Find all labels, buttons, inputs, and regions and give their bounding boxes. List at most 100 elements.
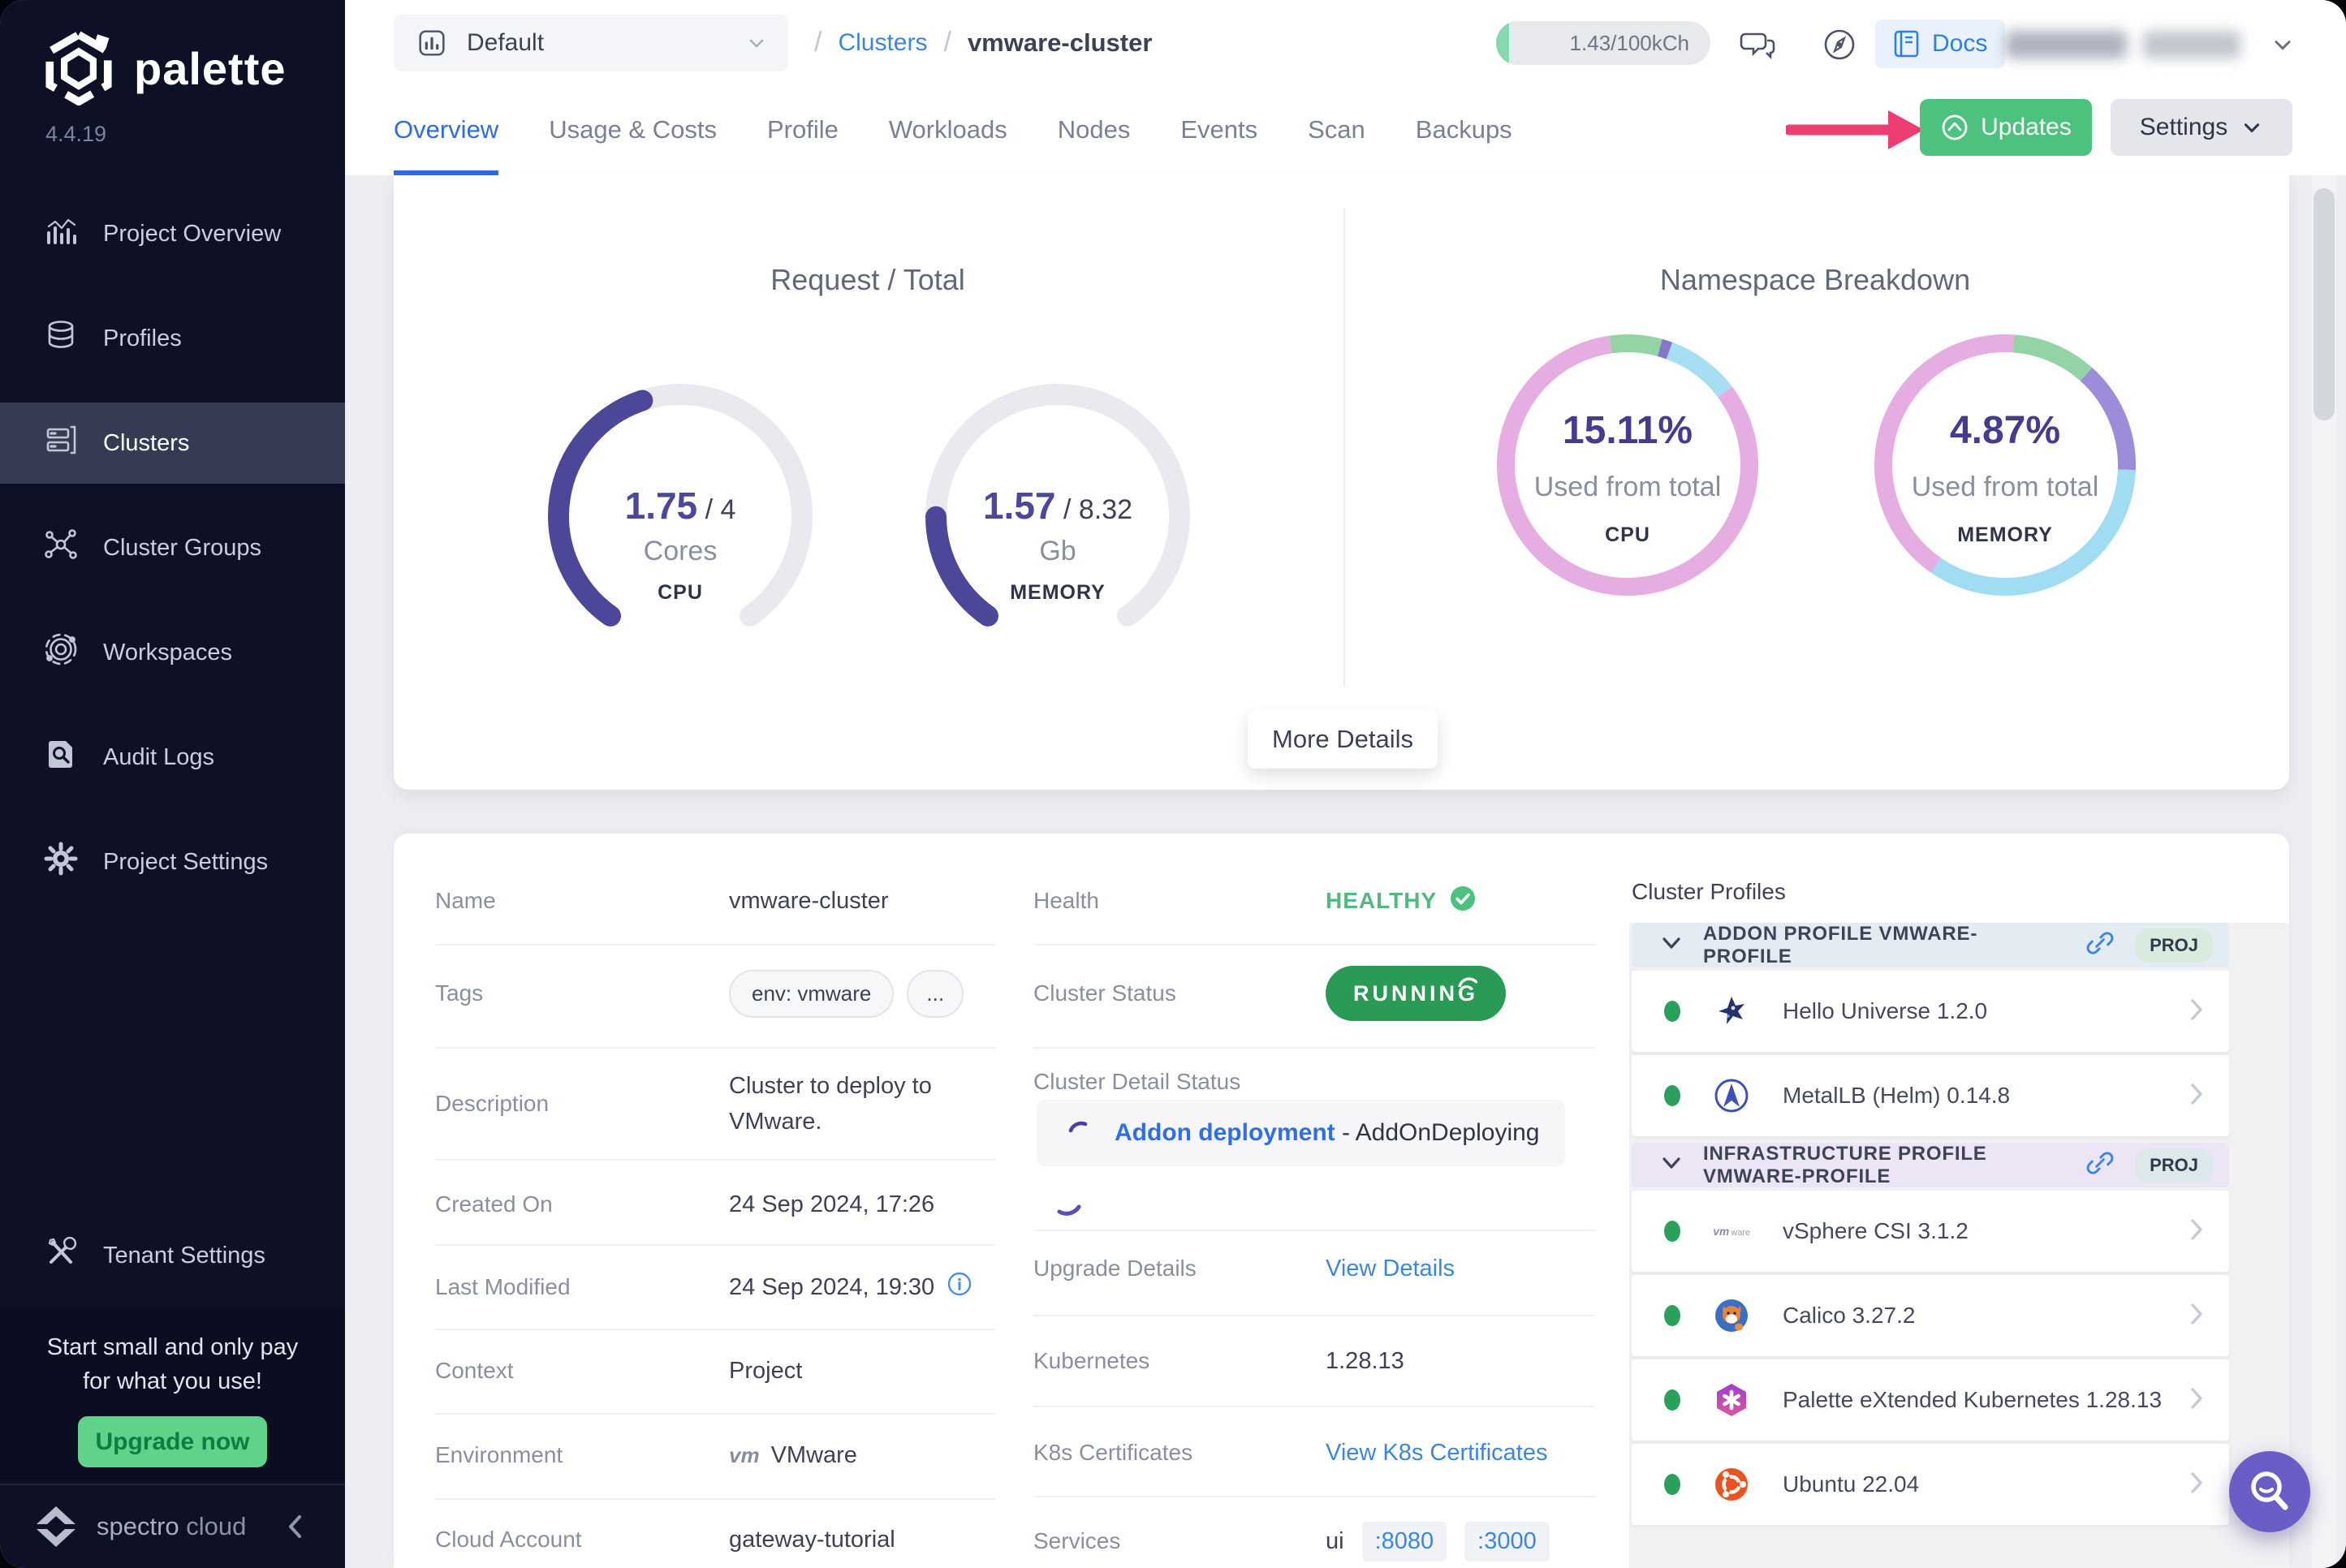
user-name-redacted xyxy=(2005,31,2127,58)
created-on-label: Created On xyxy=(435,1191,553,1217)
breadcrumb-clusters-link[interactable]: Clusters xyxy=(838,29,927,57)
service-port-link[interactable]: :8080 xyxy=(1361,1521,1447,1562)
sidebar-item-project-settings[interactable]: Project Settings xyxy=(0,821,345,902)
last-modified-label: Last Modified xyxy=(435,1274,571,1299)
context-label: Context xyxy=(435,1358,514,1383)
metallb-icon xyxy=(1703,1078,1760,1114)
tab-nodes[interactable]: Nodes xyxy=(1058,85,1131,175)
profile-layer-row[interactable]: Ubuntu 22.04 xyxy=(1632,1444,2229,1525)
detail-row-description: Description Cluster to deploy to VMware. xyxy=(435,1063,995,1144)
cloud-account-value: gateway-tutorial xyxy=(729,1526,895,1553)
environment-label: Environment xyxy=(435,1442,563,1467)
settings-button[interactable]: Settings xyxy=(2111,99,2292,156)
search-fab-button[interactable] xyxy=(2229,1451,2310,1532)
tab-backups[interactable]: Backups xyxy=(1416,85,1512,175)
upsell-line2: for what you use! xyxy=(83,1368,262,1394)
sidebar-item-workspaces[interactable]: Workspaces xyxy=(0,612,345,693)
tab-usage-costs[interactable]: Usage & Costs xyxy=(549,85,717,175)
gauge-cpu-value: 1.75 / 4 xyxy=(624,485,736,527)
profile-group-name: INFRASTRUCTURE PROFILE VMWARE-PROFILE xyxy=(1703,1142,1987,1187)
profile-layer-label: Hello Universe 1.2.0 xyxy=(1783,998,1988,1023)
profile-layer-label: Calico 3.27.2 xyxy=(1783,1303,1916,1328)
row-divider xyxy=(435,1413,995,1415)
profile-layer-row[interactable]: Calico 3.27.2 xyxy=(1632,1275,2229,1356)
pxk-icon xyxy=(1703,1382,1760,1418)
profile-layer-label: vSphere CSI 3.1.2 xyxy=(1783,1218,1969,1243)
usage-quota-pill[interactable]: 1.43/100kCh xyxy=(1496,21,1710,65)
donut-memory-caption: Used from total xyxy=(1911,472,2099,502)
card-divider xyxy=(1343,208,1345,687)
context-value: Project xyxy=(729,1357,803,1384)
donut-memory-percent: 4.87% xyxy=(1949,409,2061,452)
profile-layer-row[interactable]: Hello Universe 1.2.0 xyxy=(1632,971,2229,1052)
cluster-profiles-title: Cluster Profiles xyxy=(1632,879,1786,904)
feedback-chat-icon[interactable] xyxy=(1738,24,1779,65)
footer-brand: spectro xyxy=(97,1512,179,1540)
profile-group-header[interactable]: INFRASTRUCTURE PROFILE VMWARE-PROFILE PR… xyxy=(1632,1143,2229,1187)
detail-row-cluster-status: Cluster Status RUNNING xyxy=(1033,953,1595,1034)
cloud-account-label: Cloud Account xyxy=(435,1527,582,1552)
profile-layer-row[interactable]: MetalLB (Helm) 0.14.8 xyxy=(1632,1055,2229,1136)
profile-group-header[interactable]: ADDON PROFILE VMWARE-PROFILE PROJ xyxy=(1632,923,2229,967)
collapse-sidebar-icon[interactable] xyxy=(283,1510,308,1543)
brand-name: palette xyxy=(134,42,287,94)
tab-workloads[interactable]: Workloads xyxy=(889,85,1007,175)
updates-button[interactable]: Updates xyxy=(1920,99,2092,156)
profile-layer-row[interactable]: vm ware vSphere CSI 3.1.2 xyxy=(1632,1191,2229,1272)
ubuntu-icon xyxy=(1703,1467,1760,1502)
service-port-link[interactable]: :3000 xyxy=(1464,1521,1550,1562)
scope-badge: PROJ xyxy=(2135,928,2213,963)
user-menu-chevron-icon[interactable] xyxy=(2271,32,2295,57)
status-dot xyxy=(1664,1085,1680,1106)
addon-deployment-link[interactable]: Addon deployment xyxy=(1115,1119,1335,1146)
profile-layer-label: Palette eXtended Kubernetes 1.28.13 xyxy=(1783,1387,2163,1412)
sidebar-item-clusters[interactable]: Clusters xyxy=(0,403,345,484)
user-name-redacted xyxy=(2143,31,2240,58)
upgrade-now-button[interactable]: Upgrade now xyxy=(78,1416,267,1467)
row-divider xyxy=(435,944,995,946)
sidebar-item-project-overview[interactable]: Project Overview xyxy=(0,193,345,274)
row-divider xyxy=(435,1498,995,1500)
sidebar-item-label: Clusters xyxy=(103,429,190,456)
database-icon xyxy=(43,317,79,360)
tab-events[interactable]: Events xyxy=(1180,85,1257,175)
sidebar-item-profiles[interactable]: Profiles xyxy=(0,298,345,379)
tab-scan[interactable]: Scan xyxy=(1308,85,1365,175)
tab-overview[interactable]: Overview xyxy=(394,85,499,175)
row-divider xyxy=(1033,1496,1595,1497)
sidebar: palette 4.4.19 Project Overview Profiles… xyxy=(0,0,345,1568)
usage-quota-value: 1.43/100kCh xyxy=(1569,30,1689,55)
info-icon[interactable] xyxy=(947,1272,972,1303)
donut-memory-label: MEMORY xyxy=(1957,523,2053,546)
view-details-link[interactable]: View Details xyxy=(1326,1256,1455,1282)
servers-icon xyxy=(43,422,79,464)
detail-row-tags: Tags env: vmware ... xyxy=(435,953,995,1034)
breadcrumb: / Clusters / vmware-cluster xyxy=(814,0,1152,85)
gear-icon xyxy=(43,841,79,883)
more-details-button[interactable]: More Details xyxy=(1248,710,1438,769)
tab-profile[interactable]: Profile xyxy=(767,85,839,175)
chevron-right-icon xyxy=(2189,1217,2205,1247)
check-circle-icon xyxy=(1450,885,1476,917)
scope-badge: PROJ xyxy=(2135,1148,2213,1182)
namespace-breakdown-title: Namespace Breakdown xyxy=(1659,263,1971,296)
gauge-memory-label: MEMORY xyxy=(1010,581,1106,604)
bar-chart-icon xyxy=(43,213,79,255)
profile-layer-row[interactable]: Palette eXtended Kubernetes 1.28.13 xyxy=(1632,1359,2229,1441)
sidebar-item-cluster-groups[interactable]: Cluster Groups xyxy=(0,507,345,588)
support-compass-icon[interactable] xyxy=(1819,24,1860,65)
tags-more-chip[interactable]: ... xyxy=(907,969,964,1018)
donut-cpu-label: CPU xyxy=(1605,523,1650,546)
tag-chip[interactable]: env: vmware xyxy=(729,969,895,1018)
sidebar-item-audit-logs[interactable]: Audit Logs xyxy=(0,717,345,798)
spinner-icon xyxy=(1057,1204,1081,1216)
view-k8s-certificates-link[interactable]: View K8s Certificates xyxy=(1326,1440,1547,1467)
chevron-right-icon xyxy=(2189,1385,2205,1415)
app-version: 4.4.19 xyxy=(45,122,107,146)
last-modified-value: 24 Sep 2024, 19:30 xyxy=(729,1272,972,1303)
docs-button[interactable]: Docs xyxy=(1875,19,2006,68)
project-selector[interactable]: Default xyxy=(394,15,788,71)
main-area: Default / Clusters / vmware-cluster 1.43… xyxy=(345,0,2346,1568)
scrollbar-thumb[interactable] xyxy=(2314,188,2335,420)
sidebar-item-tenant-settings[interactable]: Tenant Settings xyxy=(0,1215,345,1296)
